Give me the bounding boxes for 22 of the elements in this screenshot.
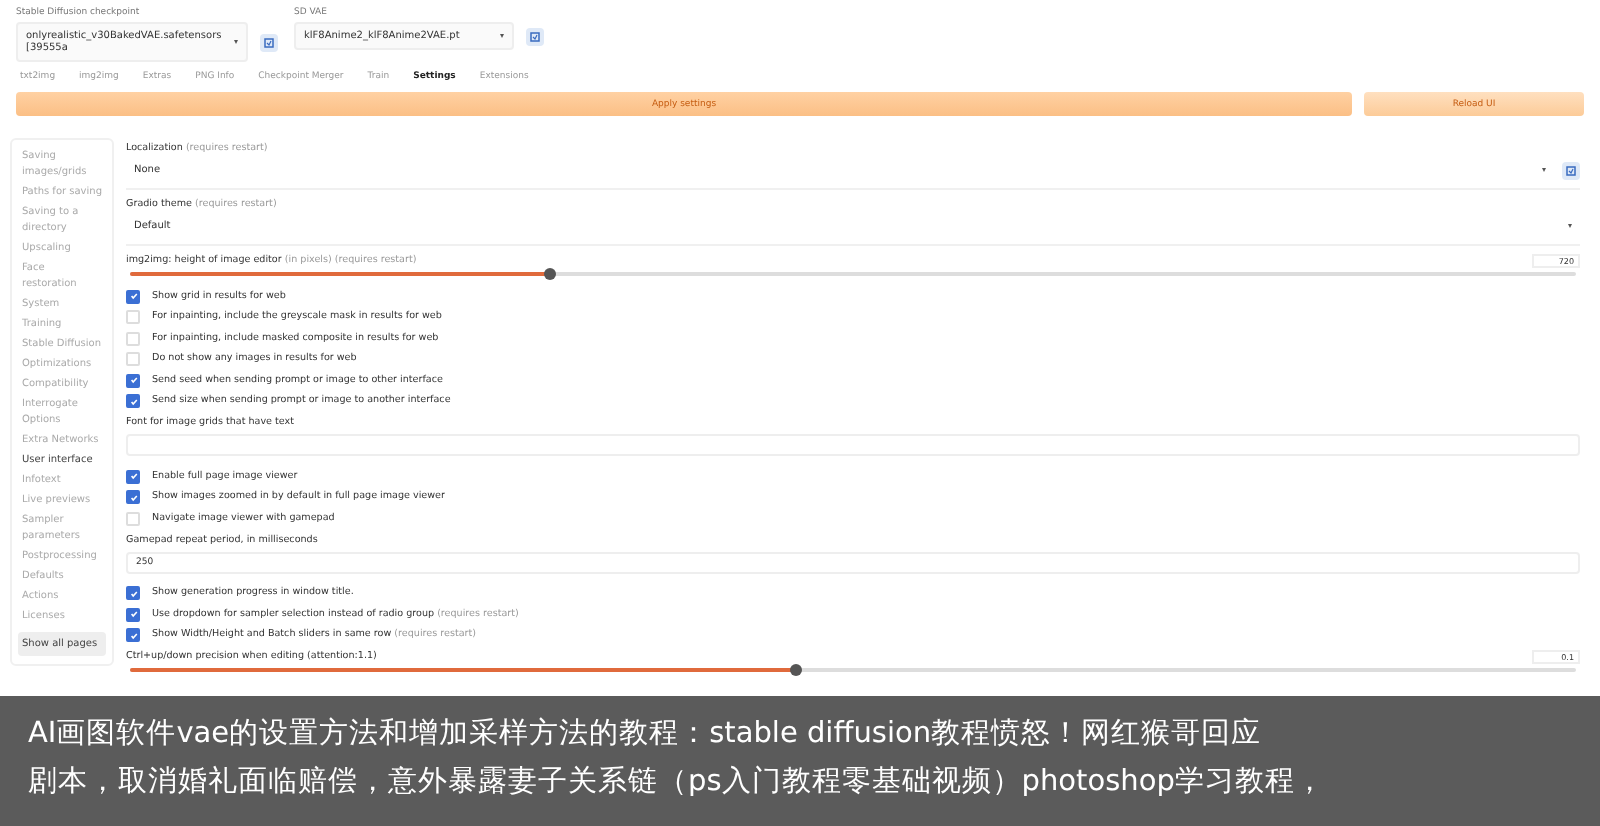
refresh-icon [1566,165,1576,175]
checkbox[interactable] [126,490,140,505]
checkbox[interactable] [126,394,140,409]
refresh-button[interactable] [260,33,278,51]
checkbox[interactable] [126,289,140,304]
checkbox[interactable] [126,607,140,622]
caret-icon [500,34,504,38]
caption-text: 剧本，取消婚礼面临赔偿，意外暴露妻子关系链（ps入门教程零基础视频）photoshop学习教程， [28,764,1327,800]
slider-thumb[interactable] [543,268,556,280]
refresh-icon [264,37,274,47]
slider-thumb[interactable] [789,664,802,676]
refresh-icon [530,31,540,41]
checkbox[interactable] [126,373,140,388]
checkbox[interactable] [126,469,140,484]
refresh-button[interactable] [1562,161,1580,179]
caption-text: AI画图软件vae的设置方法和增加采样方法的教程：stable diffusion教程愤怒！网红猴哥回应 [28,716,1264,752]
checkbox[interactable] [126,586,140,601]
checkbox[interactable] [126,628,140,643]
caret-icon [1568,224,1572,228]
caret-icon [234,40,238,44]
refresh-button[interactable] [526,27,544,45]
caret-icon [1542,168,1546,172]
